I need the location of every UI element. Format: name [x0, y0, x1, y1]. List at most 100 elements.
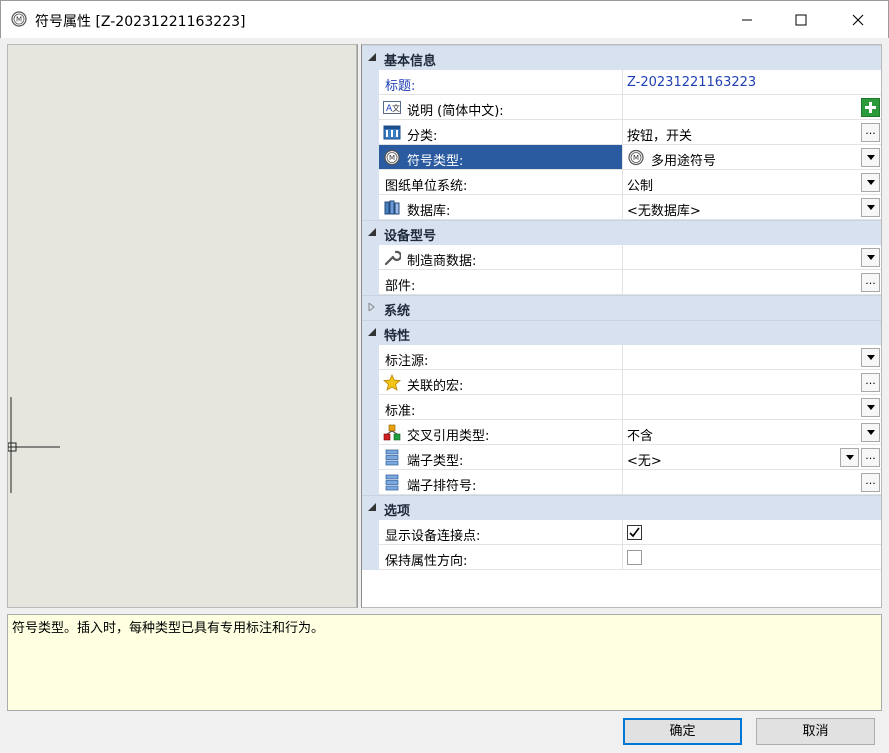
property-terminal-strip-symbol[interactable]: 端子排符号: ...: [362, 470, 881, 495]
category-label: 设备型号: [384, 229, 437, 244]
browse-button[interactable]: ...: [861, 123, 880, 142]
category-label: 系统: [384, 304, 411, 319]
category-basic-info[interactable]: 基本信息: [362, 45, 881, 70]
property-description[interactable]: A 文 说明 (简体中文):: [362, 95, 881, 120]
dropdown-button[interactable]: [861, 398, 880, 417]
dropdown-button[interactable]: [861, 248, 880, 267]
cancel-button[interactable]: 取消: [756, 718, 875, 745]
chevron-down-icon: [845, 455, 854, 460]
property-cross-reference-type[interactable]: 交叉引用类型: 不含: [362, 420, 881, 445]
property-value: 多用途符号: [651, 154, 717, 169]
property-database[interactable]: 数据库: <无数据库>: [362, 195, 881, 220]
property-manufacturer[interactable]: 制造商数据:: [362, 245, 881, 270]
property-name: 保持属性方向:: [385, 554, 468, 569]
svg-text:M: M: [389, 154, 395, 162]
property-value: Z-20231221163223: [627, 75, 757, 90]
property-annotation-source[interactable]: 标注源:: [362, 345, 881, 370]
title-bar: M 符号属性 [Z-20231221163223]: [0, 0, 889, 38]
property-title[interactable]: 标题: Z-20231221163223: [362, 70, 881, 95]
dropdown-button[interactable]: [840, 448, 859, 467]
property-component[interactable]: 部件: ...: [362, 270, 881, 295]
cross-reference-icon: [383, 424, 401, 441]
show-connection-checkbox[interactable]: [627, 525, 642, 540]
dropdown-button[interactable]: [861, 173, 880, 192]
svg-text:M: M: [633, 154, 639, 162]
chevron-down-icon: [866, 205, 875, 210]
dropdown-button[interactable]: [861, 423, 880, 442]
chevron-down-icon: [866, 405, 875, 410]
terminal-icon: [385, 449, 399, 466]
collapse-triangle-icon[interactable]: [368, 328, 376, 336]
svg-text:文: 文: [392, 103, 400, 113]
description-text: 符号类型。插入时，每种类型已具有专用标注和行为。: [12, 621, 325, 636]
property-symbol-type[interactable]: M 符号类型: M 多用途符号: [362, 145, 881, 170]
checkmark-icon: [629, 527, 640, 538]
wrench-icon: [384, 250, 401, 266]
property-value: <无数据库>: [627, 204, 701, 219]
terminal-icon: [385, 474, 399, 491]
property-name: 标题:: [385, 79, 416, 94]
property-classification[interactable]: 分类: 按钮，开关 ...: [362, 120, 881, 145]
expand-triangle-icon[interactable]: [368, 303, 376, 311]
property-name: 图纸单位系统:: [385, 179, 468, 194]
property-name: 关联的宏:: [407, 379, 464, 394]
description-pane: 符号类型。插入时，每种类型已具有专用标注和行为。: [7, 614, 882, 711]
browse-button[interactable]: ...: [861, 273, 880, 292]
translate-icon: A 文: [383, 101, 401, 114]
category-label: 特性: [384, 329, 411, 344]
property-name: 部件:: [385, 279, 416, 294]
close-button[interactable]: [835, 1, 881, 38]
browse-button[interactable]: ...: [861, 373, 880, 392]
property-show-connection-points[interactable]: 显示设备连接点:: [362, 520, 881, 545]
category-device-model[interactable]: 设备型号: [362, 220, 881, 245]
property-name: 数据库:: [407, 204, 451, 219]
property-name: 端子排符号:: [407, 479, 477, 494]
symbol-m-icon: M: [628, 149, 644, 166]
category-options[interactable]: 选项: [362, 495, 881, 520]
property-grid: 基本信息 标题: Z-20231221163223 A 文 说明 (简体中文):: [361, 44, 882, 608]
property-name: 交叉引用类型:: [407, 429, 490, 444]
property-name: 制造商数据:: [407, 254, 477, 269]
chevron-down-icon: [866, 155, 875, 160]
property-value: 按钮，开关: [627, 129, 693, 144]
symbol-m-icon: M: [11, 11, 27, 27]
collapse-triangle-icon[interactable]: [368, 228, 376, 236]
dropdown-button[interactable]: [861, 198, 880, 217]
collapse-triangle-icon[interactable]: [368, 503, 376, 511]
maximize-icon: [795, 14, 807, 25]
chevron-down-icon: [866, 255, 875, 260]
collapse-triangle-icon[interactable]: [368, 53, 376, 61]
dropdown-button[interactable]: [861, 348, 880, 367]
minimize-button[interactable]: [724, 1, 770, 38]
maximize-button[interactable]: [778, 1, 824, 38]
plus-icon: [865, 102, 876, 113]
crosshair-icon: [8, 397, 60, 493]
property-keep-orientation[interactable]: 保持属性方向:: [362, 545, 881, 570]
database-icon: [384, 200, 400, 215]
browse-button[interactable]: ...: [861, 448, 880, 467]
property-macro[interactable]: 关联的宏: ...: [362, 370, 881, 395]
keep-orientation-checkbox[interactable]: [627, 550, 642, 565]
minimize-icon: [742, 19, 752, 20]
symbol-m-icon: M: [384, 149, 400, 166]
property-name: 端子类型:: [407, 454, 464, 469]
ok-button[interactable]: 确定: [623, 718, 742, 745]
property-value: <无>: [627, 454, 662, 469]
category-characteristics[interactable]: 特性: [362, 320, 881, 345]
category-system[interactable]: 系统: [362, 295, 881, 320]
property-standard[interactable]: 标准:: [362, 395, 881, 420]
property-value: 不含: [627, 429, 654, 444]
add-translation-button[interactable]: [861, 98, 880, 117]
property-value: 公制: [627, 179, 654, 194]
property-unit-system[interactable]: 图纸单位系统: 公制: [362, 170, 881, 195]
property-terminal-type[interactable]: 端子类型: <无> ...: [362, 445, 881, 470]
property-name: 分类:: [407, 129, 438, 144]
category-label: 基本信息: [384, 54, 437, 69]
browse-button[interactable]: ...: [861, 473, 880, 492]
svg-text:M: M: [16, 16, 22, 24]
chevron-down-icon: [866, 355, 875, 360]
dropdown-button[interactable]: [861, 148, 880, 167]
property-name: 标注源:: [385, 354, 429, 369]
symbol-preview-canvas[interactable]: [7, 44, 357, 608]
chevron-down-icon: [866, 430, 875, 435]
